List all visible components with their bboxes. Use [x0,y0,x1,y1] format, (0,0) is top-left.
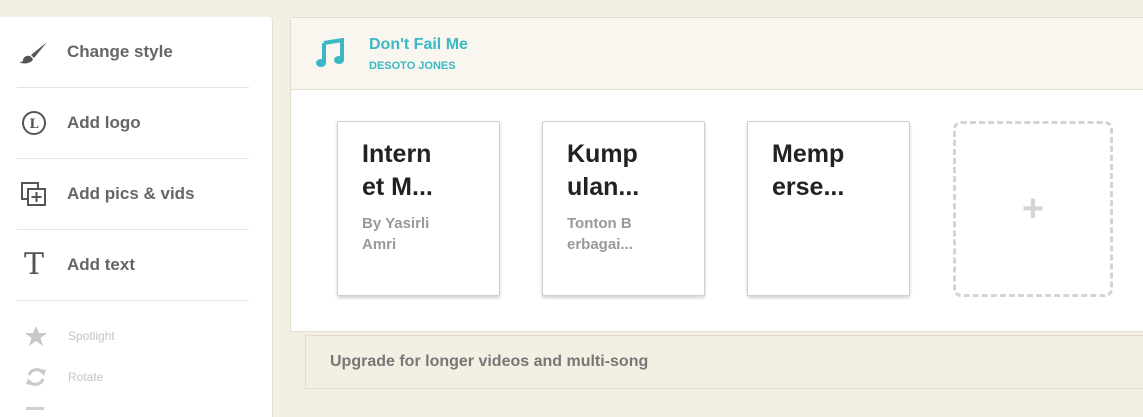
change-style-label: Change style [67,42,173,61]
add-pics-vids-label: Add pics & vids [67,184,195,203]
add-card-button[interactable]: + [953,121,1113,297]
add-text-button[interactable]: T Add text [17,230,249,301]
paintbrush-icon [17,35,51,69]
text-card-3[interactable]: Memp erse... [747,121,910,296]
change-style-button[interactable]: Change style [17,17,249,88]
rotate-icon [24,366,50,388]
song-header[interactable]: Don't Fail Me DESOTO JONES [291,18,1143,90]
text-t-icon: T [23,247,44,282]
song-title[interactable]: Don't Fail Me [369,36,468,54]
music-note-icon [315,37,345,73]
card-title: Kump ulan... [567,140,640,201]
card-subtitle: Tonton B erbagai... [567,215,633,253]
upgrade-label: Upgrade for longer videos and multi-song [330,353,649,370]
text-card-2[interactable]: Kump ulan... Tonton B erbagai... [542,121,705,296]
sidebar: Change style L Add logo Add pics & vids … [0,17,273,417]
plus-icon: + [1021,188,1045,230]
spotlight-button[interactable]: Spotlight [24,325,115,347]
logo-circle-icon: L [17,106,51,140]
star-icon [24,325,50,347]
add-media-icon [17,177,51,211]
song-panel: Don't Fail Me DESOTO JONES Intern et M..… [290,17,1143,332]
card-title: Memp erse... [772,140,845,201]
card-subtitle: By Yasirli Amri [362,215,430,253]
rotate-label: Rotate [68,370,104,384]
rotate-button[interactable]: Rotate [24,366,103,388]
add-logo-label: Add logo [67,113,141,132]
svg-text:L: L [29,117,38,132]
partial-menu-icon [26,407,44,410]
text-card-1[interactable]: Intern et M... By Yasirli Amri [337,121,500,296]
card-title: Intern et M... [362,140,433,201]
add-pics-vids-button[interactable]: Add pics & vids [17,159,249,230]
upgrade-banner[interactable]: Upgrade for longer videos and multi-song [305,335,1143,389]
song-artist: DESOTO JONES [369,60,456,72]
add-logo-button[interactable]: L Add logo [17,88,249,159]
spotlight-label: Spotlight [68,329,115,343]
add-text-label: Add text [67,255,135,274]
